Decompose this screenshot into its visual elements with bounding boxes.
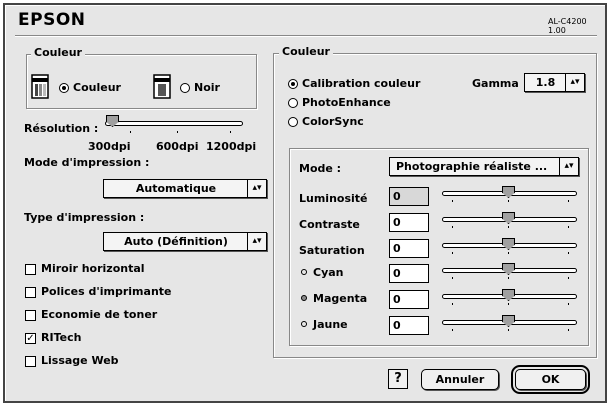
yellow-field[interactable]: 0	[389, 316, 429, 335]
slider-tick	[568, 277, 569, 279]
toner-economy-label: Economie de toner	[41, 308, 158, 321]
popup-arrows-icon: ▴▾	[247, 233, 266, 250]
resolution-tick	[130, 131, 131, 133]
magenta-field[interactable]: 0	[389, 290, 429, 309]
slider-tick	[508, 226, 509, 228]
yellow-dot-icon	[301, 321, 307, 327]
slider-tick	[508, 252, 509, 254]
magenta-dot-icon	[301, 295, 307, 301]
resolution-label: Résolution :	[24, 122, 99, 135]
cyan-dot-icon	[301, 269, 307, 275]
color-radio-label: Couleur	[73, 81, 121, 94]
mirror-label: Miroir horizontal	[41, 262, 145, 275]
slider-tick	[568, 226, 569, 228]
mode-label: Mode :	[299, 162, 342, 175]
printer-fonts-checkbox[interactable]	[25, 287, 36, 298]
header-divider	[15, 35, 597, 36]
resolution-slider-track[interactable]	[105, 121, 243, 126]
gamma-popup[interactable]: 1.8 ▴▾	[524, 73, 585, 92]
yellow-label: Jaune	[313, 318, 348, 331]
print-type-popup[interactable]: Auto (Définition) ▴▾	[103, 232, 267, 251]
color-mode-group	[26, 54, 257, 109]
color-cartridge-icon	[31, 74, 49, 99]
contrast-label: Contraste	[299, 218, 360, 231]
gamma-value: 1.8	[535, 76, 556, 89]
slider-tick	[452, 252, 453, 254]
print-mode-popup[interactable]: Automatique ▴▾	[103, 179, 267, 198]
magenta-label: Magenta	[313, 292, 368, 305]
print-mode-label: Mode d'impression :	[24, 156, 150, 169]
brightness-field[interactable]: 0	[389, 187, 429, 206]
resolution-tick-1200: 1200dpi	[206, 140, 257, 153]
saturation-label: Saturation	[299, 244, 365, 257]
slider-tick	[508, 303, 509, 305]
color-radio[interactable]	[59, 83, 69, 93]
slider-tick	[452, 329, 453, 331]
print-settings-dialog: EPSON AL-C4200 1.00 Couleur Couleur Noir…	[3, 3, 607, 403]
gamma-label: Gamma	[472, 77, 519, 90]
calibration-radio[interactable]	[288, 79, 298, 89]
colorsync-radio[interactable]	[288, 117, 298, 127]
slider-tick	[568, 303, 569, 305]
slider-tick	[452, 226, 453, 228]
colorsync-label: ColorSync	[302, 115, 364, 128]
black-radio[interactable]	[180, 83, 190, 93]
color-adjust-group-title: Couleur	[279, 45, 333, 58]
resolution-tick	[177, 131, 178, 133]
print-type-value: Auto (Définition)	[124, 235, 228, 248]
slider-tick	[568, 329, 569, 331]
slider-tick	[452, 200, 453, 202]
photoenhance-label: PhotoEnhance	[302, 96, 391, 109]
mode-value: Photographie réaliste ...	[396, 160, 548, 173]
slider-tick	[508, 329, 509, 331]
popup-arrows-icon: ▴▾	[565, 74, 584, 91]
slider-tick	[508, 277, 509, 279]
black-cartridge-icon	[153, 74, 171, 99]
cancel-button[interactable]: Annuler	[421, 369, 499, 390]
slider-tick	[508, 200, 509, 202]
help-button[interactable]: ?	[388, 369, 408, 389]
printer-model-label: AL-C4200 1.00	[548, 17, 587, 35]
resolution-tick	[230, 131, 231, 133]
mode-popup[interactable]: Photographie réaliste ... ▴▾	[389, 157, 579, 176]
ok-button[interactable]: OK	[511, 365, 590, 394]
popup-arrows-icon: ▴▾	[247, 180, 266, 197]
slider-tick	[568, 252, 569, 254]
calibration-label: Calibration couleur	[302, 77, 421, 90]
printer-fonts-label: Polices d'imprimante	[41, 285, 172, 298]
photoenhance-radio[interactable]	[288, 98, 298, 108]
resolution-tick-300: 300dpi	[88, 140, 131, 153]
epson-logo: EPSON	[18, 10, 86, 30]
popup-arrows-icon: ▴▾	[559, 158, 578, 175]
black-radio-label: Noir	[194, 81, 220, 94]
resolution-tick-600: 600dpi	[156, 140, 199, 153]
color-mode-group-title: Couleur	[31, 46, 85, 59]
toner-economy-checkbox[interactable]	[25, 310, 36, 321]
ritech-label: RITech	[41, 331, 82, 344]
slider-tick	[452, 277, 453, 279]
cyan-field[interactable]: 0	[389, 264, 429, 283]
ritech-checkbox[interactable]: ✓	[25, 333, 36, 344]
slider-tick	[452, 303, 453, 305]
slider-tick	[568, 200, 569, 202]
brightness-label: Luminosité	[299, 192, 368, 205]
print-mode-value: Automatique	[135, 182, 217, 195]
mirror-checkbox[interactable]	[25, 264, 36, 275]
print-type-label: Type d'impression :	[24, 211, 145, 224]
contrast-field[interactable]: 0	[389, 213, 429, 232]
cyan-label: Cyan	[313, 266, 344, 279]
web-smoothing-checkbox[interactable]	[25, 356, 36, 367]
saturation-field[interactable]: 0	[389, 239, 429, 258]
web-smoothing-label: Lissage Web	[41, 354, 119, 367]
